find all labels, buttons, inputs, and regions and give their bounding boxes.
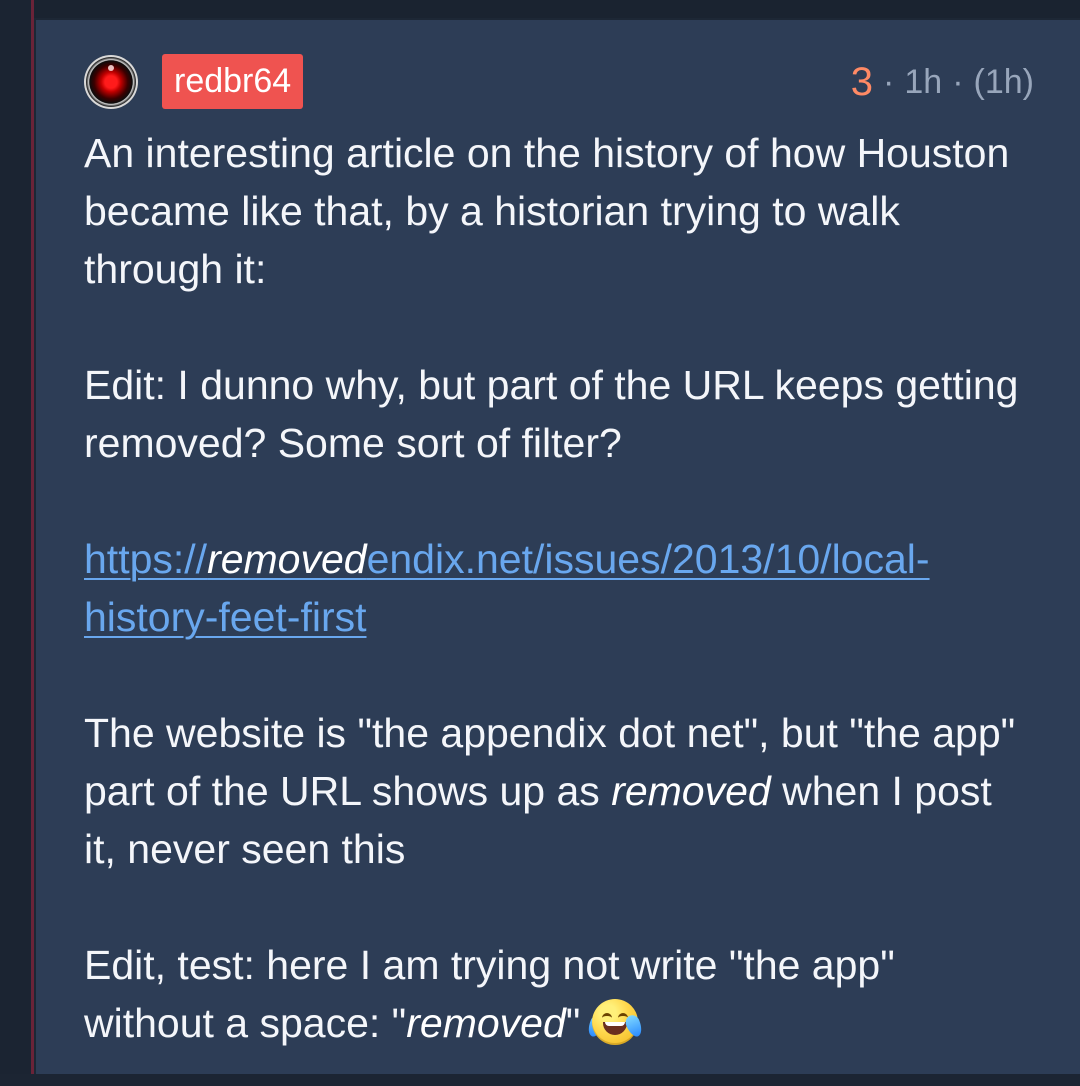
username-badge[interactable]: redbr64 — [162, 54, 304, 109]
top-strip — [0, 0, 1080, 18]
article-link-prefix[interactable]: https:// — [84, 536, 207, 582]
comment-body: An interesting article on the history of… — [84, 124, 1034, 1052]
article-link[interactable]: https://removedendix.net/issues/2013/10/… — [84, 536, 930, 640]
comment-header: redbr64 3 · 1h · (1h) — [84, 53, 1034, 111]
test-text-b: " — [565, 1000, 581, 1046]
meta-separator: · — [883, 63, 895, 101]
comment-score[interactable]: 3 — [851, 57, 873, 107]
website-explanation-paragraph: The website is "the appendix dot net", b… — [84, 704, 1034, 878]
removed-italic-text: removed — [611, 768, 771, 814]
comment-paragraph-edit: Edit: I dunno why, but part of the URL k… — [84, 362, 1019, 466]
left-gutter — [0, 0, 34, 1086]
test-removed-italic-text: removed — [406, 1000, 566, 1046]
thread-line[interactable] — [31, 0, 34, 1086]
avatar-highlight — [108, 65, 114, 71]
article-link-removed-text[interactable]: removed — [207, 536, 367, 582]
comment-paragraph-intro: An interesting article on the history of… — [84, 130, 1010, 292]
face-with-tears-of-joy-icon — [585, 997, 645, 1047]
edited-time: (1h) — [973, 63, 1034, 101]
test-paragraph: Edit, test: here I am trying not write "… — [84, 936, 1034, 1052]
comment-time: 1h — [904, 63, 943, 101]
bottom-strip — [0, 1074, 1080, 1086]
comment-meta: 3 · 1h · (1h) — [851, 57, 1034, 107]
meta-separator: · — [952, 63, 964, 101]
user-avatar[interactable] — [84, 55, 138, 109]
article-link-paragraph: https://removedendix.net/issues/2013/10/… — [84, 530, 1034, 646]
emoji-eye-left — [602, 1013, 613, 1020]
